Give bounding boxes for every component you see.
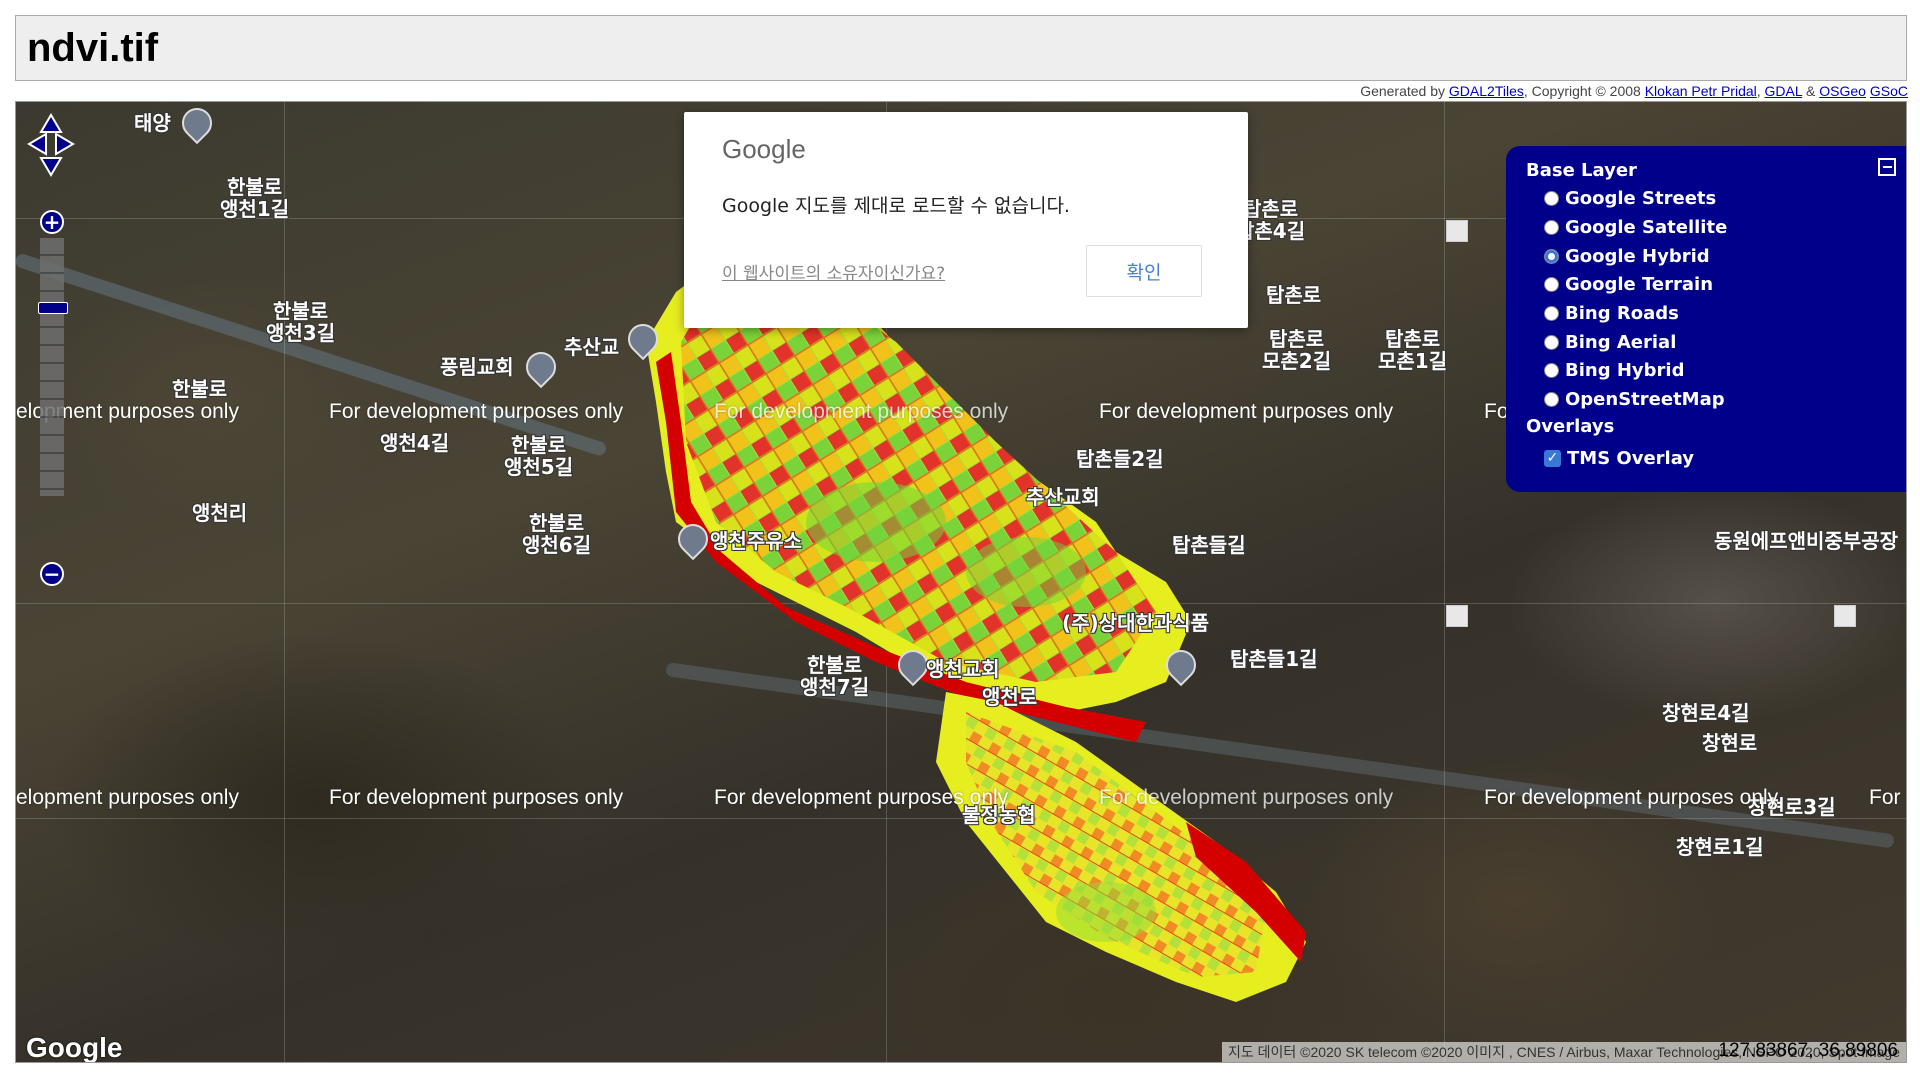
- layer-option-openstreetmap[interactable]: OpenStreetMap: [1544, 389, 1725, 410]
- overlay-label: TMS Overlay: [1567, 448, 1695, 469]
- radio-button[interactable]: [1544, 277, 1559, 292]
- maps-error-dialog: Google Google 지도를 제대로 로드할 수 없습니다. 이 웹사이트…: [684, 112, 1248, 328]
- watermark-text: For development purposes only: [1099, 786, 1394, 809]
- layer-option-google-satellite[interactable]: Google Satellite: [1544, 217, 1727, 238]
- watermark-text: For development purposes only: [1484, 786, 1779, 809]
- place-label: 추산교회: [1026, 485, 1100, 509]
- place-label: 동원에프앤비중부공장: [1714, 529, 1898, 553]
- layer-label: OpenStreetMap: [1565, 389, 1725, 410]
- google-logo: Google: [26, 1032, 123, 1063]
- layer-option-bing-roads[interactable]: Bing Roads: [1544, 303, 1679, 324]
- layer-option-google-streets[interactable]: Google Streets: [1544, 188, 1716, 209]
- place-label: 한불로 앵천3길: [266, 299, 336, 345]
- place-label: 앵천주유소: [710, 529, 802, 553]
- layer-switcher: Base Layer Google Streets Google Satelli…: [1506, 146, 1906, 492]
- place-label: 탑촌들2길: [1076, 447, 1164, 471]
- header-bar: ndvi.tif: [15, 15, 1907, 81]
- layer-option-bing-aerial[interactable]: Bing Aerial: [1544, 332, 1676, 353]
- layer-label: Google Satellite: [1565, 217, 1728, 238]
- watermark-text: For development purposes only: [329, 400, 624, 423]
- pan-left-icon[interactable]: [26, 132, 50, 156]
- layer-label: Bing Roads: [1565, 303, 1679, 324]
- klokan-link[interactable]: Klokan Petr Pridal: [1645, 83, 1757, 99]
- watermark-text: For development purposes only: [714, 400, 1009, 423]
- place-label: 탑촌로: [1266, 283, 1322, 307]
- zoom-slider-handle[interactable]: [38, 302, 68, 314]
- gsoc-link[interactable]: GSoC: [1870, 83, 1908, 99]
- place-label: 한불로 앵천5길: [504, 433, 574, 479]
- zoom-out-button[interactable]: −: [40, 562, 64, 586]
- place-label: 앵천로: [982, 685, 1038, 709]
- layer-label: Google Hybrid: [1565, 246, 1710, 267]
- place-label: 풍림교회: [440, 355, 514, 379]
- error-message: Google 지도를 제대로 로드할 수 없습니다.: [722, 195, 1070, 217]
- place-label: 한불로: [172, 377, 228, 401]
- copyright-text: , Copyright © 2008: [1523, 83, 1641, 99]
- watermark-text: For development purposes only: [329, 786, 624, 809]
- place-label: (주)상대한과식품: [1062, 611, 1210, 635]
- map-viewport[interactable]: 태양 한불로 앵천1길 한불로 앵천3길 풍림교회 추산교 한불로 앵천4길 한…: [15, 101, 1907, 1063]
- place-label: 앵천4길: [380, 431, 450, 455]
- place-label: 탑촌들1길: [1230, 647, 1318, 671]
- layer-label: Bing Aerial: [1565, 332, 1677, 353]
- place-label: 태양: [134, 111, 171, 135]
- radio-button[interactable]: [1544, 363, 1559, 378]
- owner-link[interactable]: 이 웹사이트의 소유자이신가요?: [722, 259, 945, 284]
- zoom-in-button[interactable]: +: [40, 210, 64, 234]
- gdal2tiles-link[interactable]: GDAL2Tiles: [1449, 83, 1524, 99]
- place-label: 한불로 앵천6길: [522, 511, 592, 557]
- layer-label: Google Terrain: [1565, 274, 1714, 295]
- radio-button[interactable]: [1544, 191, 1559, 206]
- layer-option-google-hybrid[interactable]: Google Hybrid: [1544, 246, 1710, 267]
- watermark-text: For development purposes only: [714, 786, 1009, 809]
- watermark-text: elopment purposes only: [16, 786, 239, 809]
- watermark-text: For development purposes only: [1099, 400, 1394, 423]
- place-label: 앵천교회: [926, 657, 1000, 681]
- place-label: 한불로 앵천7길: [800, 653, 870, 699]
- place-label: 창현로4길: [1662, 701, 1750, 725]
- radio-button[interactable]: [1544, 392, 1559, 407]
- layer-option-google-terrain[interactable]: Google Terrain: [1544, 274, 1713, 295]
- google-logo: Google: [722, 134, 806, 164]
- place-label: 탑촌로 모촌1길: [1378, 327, 1448, 373]
- layer-option-bing-hybrid[interactable]: Bing Hybrid: [1544, 360, 1684, 381]
- watermark-text: For d: [1869, 786, 1906, 809]
- place-label: 창현로1길: [1676, 835, 1764, 859]
- place-label: 창현로: [1702, 731, 1758, 755]
- overlay-option-tms[interactable]: ✓ TMS Overlay: [1544, 448, 1694, 469]
- base-layer-heading: Base Layer: [1526, 160, 1637, 181]
- radio-button[interactable]: [1544, 220, 1559, 235]
- place-label: 탑촌들길: [1172, 533, 1246, 557]
- mouse-coordinates: 127.83867, 36.89806: [1718, 1040, 1898, 1061]
- radio-button-selected[interactable]: [1544, 249, 1559, 264]
- credits-line: Generated by GDAL2Tiles, Copyright © 200…: [1360, 83, 1908, 99]
- place-label: 한불로 앵천1길: [220, 175, 290, 221]
- overlays-heading: Overlays: [1526, 416, 1615, 437]
- broken-image-icon: [1446, 605, 1468, 627]
- pan-zoom-control: + −: [26, 112, 76, 592]
- pan-right-icon[interactable]: [52, 132, 76, 156]
- ok-button[interactable]: 확인: [1086, 245, 1202, 297]
- broken-image-icon: [1446, 220, 1468, 242]
- pan-down-icon[interactable]: [39, 154, 63, 178]
- page-title: ndvi.tif: [27, 26, 159, 70]
- generated-by-text: Generated by: [1360, 83, 1446, 99]
- minimize-icon[interactable]: [1878, 158, 1896, 176]
- zoom-bar[interactable]: [40, 238, 64, 496]
- place-label: 탑촌로 모촌2길: [1262, 327, 1332, 373]
- place-label: 앵천리: [192, 501, 248, 525]
- amp-text: &: [1806, 83, 1816, 99]
- layer-label: Bing Hybrid: [1565, 360, 1685, 381]
- place-label: 추산교: [564, 335, 620, 359]
- layer-label: Google Streets: [1565, 188, 1717, 209]
- gdal-link[interactable]: GDAL: [1765, 83, 1803, 99]
- radio-button[interactable]: [1544, 335, 1559, 350]
- radio-button[interactable]: [1544, 306, 1559, 321]
- osgeo-link[interactable]: OSGeo: [1819, 83, 1866, 99]
- checkbox-checked-icon[interactable]: ✓: [1544, 450, 1561, 467]
- broken-image-icon: [1834, 605, 1856, 627]
